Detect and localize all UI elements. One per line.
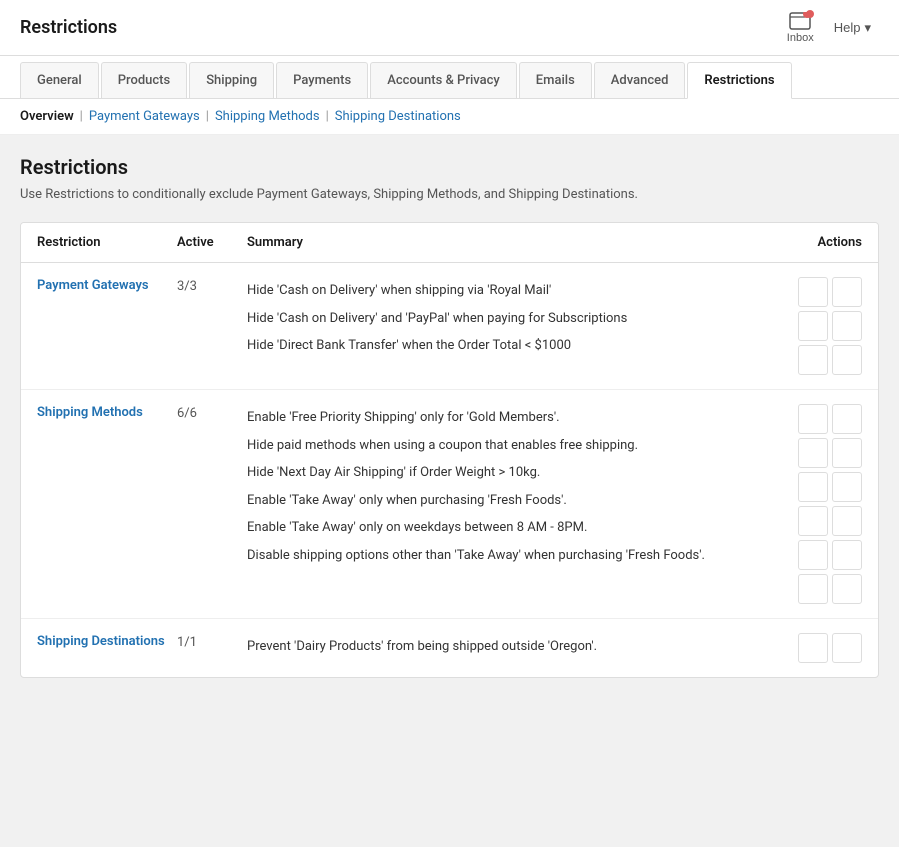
action-row	[798, 506, 862, 536]
header-actions: Inbox Help ▾	[787, 12, 879, 44]
col-header-restriction: Restriction	[37, 235, 177, 250]
summary-item: Prevent 'Dairy Products' from being ship…	[247, 633, 742, 661]
action-row	[798, 404, 862, 434]
col-header-active: Active	[177, 235, 247, 250]
help-button[interactable]: Help ▾	[826, 16, 879, 40]
action-row	[798, 633, 862, 663]
summary-item: Enable 'Free Priority Shipping' only for…	[247, 404, 742, 432]
restriction-name-shipping-methods[interactable]: Shipping Methods	[37, 404, 177, 422]
tab-advanced[interactable]: Advanced	[594, 62, 686, 98]
delete-button[interactable]	[832, 506, 862, 536]
delete-button[interactable]	[832, 311, 862, 341]
action-row	[798, 438, 862, 468]
tab-products[interactable]: Products	[101, 62, 187, 98]
summary-item: Hide 'Next Day Air Shipping' if Order We…	[247, 459, 742, 487]
edit-button[interactable]	[798, 574, 828, 604]
delete-button[interactable]	[832, 633, 862, 663]
col-header-actions: Actions	[742, 235, 862, 250]
table-row: Payment Gateways 3/3 Hide 'Cash on Deliv…	[21, 263, 878, 390]
edit-button[interactable]	[798, 311, 828, 341]
inbox-label: Inbox	[787, 32, 814, 44]
action-row	[798, 472, 862, 502]
edit-button[interactable]	[798, 506, 828, 536]
action-row	[798, 311, 862, 341]
summary-item: Hide 'Direct Bank Transfer' when the Ord…	[247, 332, 742, 360]
table-row: Shipping Methods 6/6 Enable 'Free Priori…	[21, 390, 878, 619]
actions-shipping-destinations	[742, 633, 862, 663]
subnav-shipping-methods[interactable]: Shipping Methods	[215, 109, 320, 124]
active-count-shipping-destinations: 1/1	[177, 633, 247, 650]
restriction-name-shipping-destinations[interactable]: Shipping Destinations	[37, 633, 177, 651]
delete-button[interactable]	[832, 404, 862, 434]
subnav-shipping-destinations[interactable]: Shipping Destinations	[335, 109, 461, 124]
summary-shipping-methods: Enable 'Free Priority Shipping' only for…	[247, 404, 742, 569]
action-row	[798, 345, 862, 375]
subnav-sep-2: |	[206, 109, 209, 124]
subnav-sep-1: |	[80, 109, 83, 124]
edit-button[interactable]	[798, 633, 828, 663]
tab-emails[interactable]: Emails	[519, 62, 592, 98]
subnav-payment-gateways[interactable]: Payment Gateways	[89, 109, 200, 124]
action-row	[798, 277, 862, 307]
restrictions-description: Use Restrictions to conditionally exclud…	[20, 187, 879, 202]
page-title: Restrictions	[20, 17, 117, 38]
actions-shipping-methods	[742, 404, 862, 604]
action-row	[798, 540, 862, 570]
table-header: Restriction Active Summary Actions	[21, 223, 878, 263]
tab-general[interactable]: General	[20, 62, 99, 98]
delete-button[interactable]	[832, 574, 862, 604]
edit-button[interactable]	[798, 438, 828, 468]
delete-button[interactable]	[832, 277, 862, 307]
help-label: Help	[834, 20, 861, 35]
header: Restrictions Inbox Help ▾	[0, 0, 899, 56]
tab-payments[interactable]: Payments	[276, 62, 368, 98]
active-count-payment-gateways: 3/3	[177, 277, 247, 294]
edit-button[interactable]	[798, 540, 828, 570]
tab-accounts-privacy[interactable]: Accounts & Privacy	[370, 62, 517, 98]
table-row: Shipping Destinations 1/1 Prevent 'Dairy…	[21, 619, 878, 677]
restriction-name-payment-gateways[interactable]: Payment Gateways	[37, 277, 177, 295]
summary-item: Hide 'Cash on Delivery' and 'PayPal' whe…	[247, 305, 742, 333]
summary-item: Hide 'Cash on Delivery' when shipping vi…	[247, 277, 742, 305]
summary-item: Enable 'Take Away' only on weekdays betw…	[247, 514, 742, 542]
action-row	[798, 574, 862, 604]
active-count-shipping-methods: 6/6	[177, 404, 247, 421]
summary-item: Enable 'Take Away' only when purchasing …	[247, 487, 742, 515]
edit-button[interactable]	[798, 404, 828, 434]
actions-payment-gateways	[742, 277, 862, 375]
delete-button[interactable]	[832, 438, 862, 468]
summary-item: Hide paid methods when using a coupon th…	[247, 432, 742, 460]
subnav-sep-3: |	[326, 109, 329, 124]
tab-restrictions[interactable]: Restrictions	[687, 62, 791, 99]
tab-shipping[interactable]: Shipping	[189, 62, 274, 98]
subnav-overview[interactable]: Overview	[20, 109, 74, 124]
main-navigation: General Products Shipping Payments Accou…	[0, 56, 899, 99]
edit-button[interactable]	[798, 472, 828, 502]
col-header-summary: Summary	[247, 235, 742, 250]
restrictions-heading: Restrictions	[20, 155, 879, 179]
main-content: Restrictions Use Restrictions to conditi…	[0, 135, 899, 698]
inbox-icon	[788, 12, 812, 32]
restrictions-table: Restriction Active Summary Actions Payme…	[20, 222, 879, 678]
edit-button[interactable]	[798, 277, 828, 307]
delete-button[interactable]	[832, 345, 862, 375]
chevron-down-icon: ▾	[864, 20, 871, 36]
summary-item: Disable shipping options other than 'Tak…	[247, 542, 742, 570]
delete-button[interactable]	[832, 472, 862, 502]
summary-shipping-destinations: Prevent 'Dairy Products' from being ship…	[247, 633, 742, 661]
edit-button[interactable]	[798, 345, 828, 375]
delete-button[interactable]	[832, 540, 862, 570]
summary-payment-gateways: Hide 'Cash on Delivery' when shipping vi…	[247, 277, 742, 360]
sub-navigation: Overview | Payment Gateways | Shipping M…	[0, 99, 899, 135]
inbox-notification-dot	[806, 10, 814, 18]
inbox-button[interactable]: Inbox	[787, 12, 814, 44]
